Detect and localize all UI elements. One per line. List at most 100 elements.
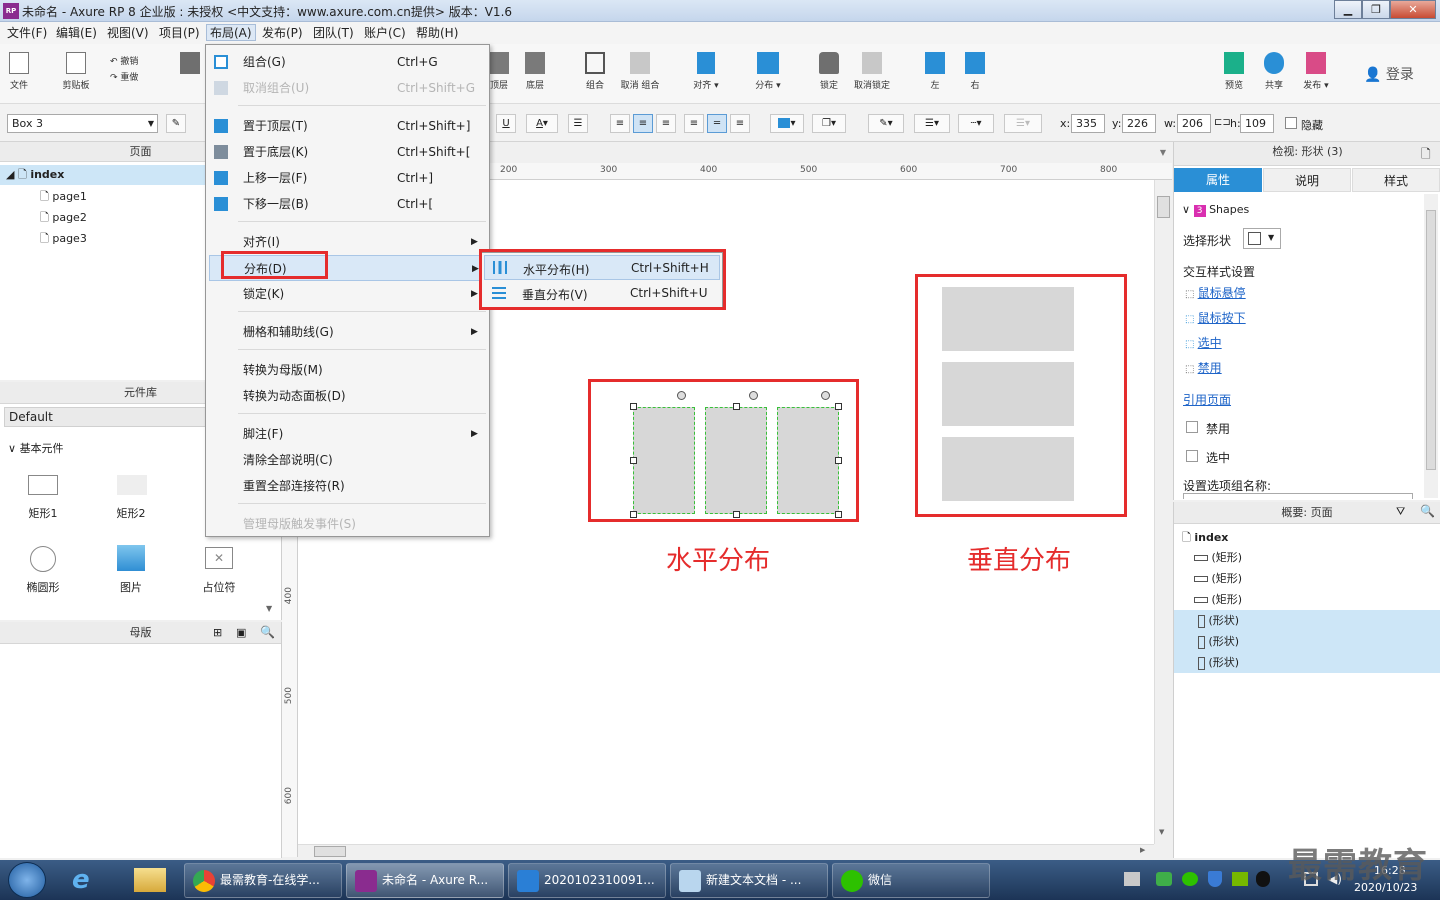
- scroll-thumb[interactable]: [1426, 210, 1436, 470]
- selected-checkbox[interactable]: [1186, 450, 1198, 462]
- send-back-button[interactable]: 底层: [522, 48, 548, 91]
- distributed-shape[interactable]: [942, 437, 1074, 501]
- underline-button[interactable]: U: [496, 114, 516, 133]
- file-tool[interactable]: 文件: [6, 48, 32, 91]
- line-style-button[interactable]: ┄▾: [958, 114, 994, 133]
- menu-item-send-backward[interactable]: 下移一层(B) Ctrl+[: [206, 191, 489, 217]
- redo-button[interactable]: ↷ 重做: [110, 70, 150, 83]
- taskbar-video-file[interactable]: 2020102310091...: [508, 863, 666, 898]
- vertical-scrollbar[interactable]: ▼: [1154, 180, 1172, 844]
- menu-item-grid-guides[interactable]: 栅格和辅助线(G) ▶: [206, 319, 489, 345]
- menu-view[interactable]: 视图(V): [104, 25, 152, 42]
- page-item[interactable]: 🗋 page3: [40, 230, 87, 248]
- tab-dropdown-icon[interactable]: ▼: [1154, 148, 1172, 162]
- resize-handle[interactable]: [733, 511, 740, 518]
- resize-handle[interactable]: [630, 403, 637, 410]
- tab-properties[interactable]: 属性: [1174, 168, 1262, 192]
- menu-item-convert-dynamic-panel[interactable]: 转换为动态面板(D): [206, 383, 489, 409]
- ungroup-button[interactable]: 取消 组合: [618, 48, 662, 91]
- line-color-button[interactable]: ✎▾: [868, 114, 904, 133]
- shadow-button[interactable]: ❐▾: [812, 114, 846, 133]
- start-button-icon[interactable]: [8, 862, 46, 898]
- filter-icon[interactable]: ⛛: [1396, 505, 1405, 519]
- menu-item-group[interactable]: 组合(G) Ctrl+G: [206, 49, 489, 75]
- menu-item-ungroup[interactable]: 取消组合(U) Ctrl+Shift+G: [206, 75, 489, 101]
- menu-file[interactable]: 文件(F): [4, 25, 50, 42]
- align-button[interactable]: 对齐 ▾: [688, 48, 724, 91]
- menu-item-reset-connectors[interactable]: 重置全部连接符(R): [206, 473, 489, 499]
- menu-layout[interactable]: 布局(A): [206, 24, 256, 41]
- file-explorer-icon[interactable]: [134, 868, 166, 892]
- menu-team[interactable]: 团队(T): [310, 25, 357, 42]
- menu-publish[interactable]: 发布(P): [259, 25, 306, 42]
- inspector-scrollbar[interactable]: [1424, 194, 1438, 498]
- menu-item-bring-forward[interactable]: 上移一层(F) Ctrl+]: [206, 165, 489, 191]
- distributed-shape[interactable]: [942, 287, 1074, 351]
- close-button[interactable]: ✕: [1390, 0, 1436, 19]
- scroll-thumb[interactable]: [1157, 196, 1170, 218]
- mouse-hover-link[interactable]: ⬚ 鼠标悬停: [1185, 284, 1246, 301]
- scroll-thumb[interactable]: [314, 846, 346, 857]
- placeholder-widget-icon[interactable]: ✕: [205, 547, 233, 569]
- outline-item-selected[interactable]: (形状): [1174, 631, 1440, 652]
- selected-link[interactable]: ⬚ 选中: [1185, 334, 1222, 351]
- valign-middle-icon[interactable]: ═: [707, 114, 727, 133]
- preview-button[interactable]: 预览: [1220, 48, 1248, 91]
- resize-handle[interactable]: [630, 511, 637, 518]
- keyboard-icon[interactable]: [1124, 872, 1140, 886]
- taskbar-axure[interactable]: 未命名 - Axure R...: [346, 863, 504, 898]
- distributed-shape[interactable]: [777, 407, 839, 514]
- hide-checkbox[interactable]: [1285, 117, 1297, 129]
- add-master-icon[interactable]: ⊞: [213, 626, 222, 639]
- add-folder-icon[interactable]: ▣: [236, 626, 246, 639]
- taskbar-chrome[interactable]: 最需教育-在线学...: [184, 863, 342, 898]
- outline-root[interactable]: 🗋 index: [1182, 529, 1228, 548]
- bullet-list-icon[interactable]: ☰: [568, 114, 588, 133]
- rectangle1-widget[interactable]: [28, 475, 58, 495]
- valign-bottom-icon[interactable]: ≡: [730, 114, 750, 133]
- notes-icon[interactable]: 🗋: [1421, 145, 1431, 166]
- login-button[interactable]: 👤 登录: [1364, 64, 1414, 84]
- fill-color-button[interactable]: ▾: [770, 114, 804, 133]
- shapes-group[interactable]: ∨ 3 Shapes: [1182, 203, 1249, 217]
- resize-handle[interactable]: [835, 457, 842, 464]
- security-shield-icon[interactable]: [1208, 871, 1222, 887]
- taskbar-notepad[interactable]: 新建文本文档 - ...: [670, 863, 828, 898]
- internet-explorer-icon[interactable]: e: [72, 866, 104, 894]
- image-widget-icon[interactable]: [117, 545, 145, 571]
- page-item[interactable]: 🗋 page1: [40, 188, 87, 206]
- scroll-down-icon[interactable]: ▼: [1159, 828, 1164, 836]
- page-tree-root[interactable]: ◢ 🗋 index: [0, 165, 205, 185]
- menu-item-bring-to-front[interactable]: 置于顶层(T) Ctrl+Shift+]: [206, 113, 489, 139]
- menu-item-send-to-back[interactable]: 置于底层(K) Ctrl+Shift+[: [206, 139, 489, 165]
- h-field[interactable]: 109: [1240, 114, 1274, 133]
- x-field[interactable]: 335: [1071, 114, 1105, 133]
- distributed-shape[interactable]: [705, 407, 767, 514]
- lock-button[interactable]: 锁定: [814, 48, 844, 91]
- outline-item[interactable]: (矩形): [1194, 570, 1242, 588]
- right-pane-button[interactable]: 右: [962, 48, 988, 91]
- arrow-style-button[interactable]: ☰▾: [1004, 114, 1042, 133]
- menu-edit[interactable]: 编辑(E): [53, 25, 100, 42]
- search-icon[interactable]: 🔍: [260, 625, 275, 639]
- resize-handle[interactable]: [835, 511, 842, 518]
- clipboard-tool[interactable]: 剪贴板: [56, 48, 96, 91]
- disabled-checkbox[interactable]: [1186, 421, 1198, 433]
- minimize-button[interactable]: ▁: [1334, 0, 1362, 19]
- distributed-shape[interactable]: [633, 407, 695, 514]
- scroll-down-icon[interactable]: ▼: [266, 604, 272, 613]
- rotate-handle[interactable]: [749, 391, 758, 400]
- library-section[interactable]: ∨ 基本元件: [8, 440, 64, 456]
- shape-picker[interactable]: ▼: [1243, 228, 1281, 249]
- outline-item-selected[interactable]: (形状): [1174, 652, 1440, 673]
- ellipse-widget[interactable]: [30, 546, 56, 572]
- outline-item[interactable]: (矩形): [1194, 549, 1242, 567]
- option-group-input[interactable]: [1183, 493, 1413, 499]
- y-field[interactable]: 226: [1122, 114, 1156, 133]
- distribute-button[interactable]: 分布 ▾: [750, 48, 786, 91]
- menu-help[interactable]: 帮助(H): [413, 25, 461, 42]
- rotate-handle[interactable]: [821, 391, 830, 400]
- resize-handle[interactable]: [835, 403, 842, 410]
- maximize-button[interactable]: ❐: [1362, 0, 1390, 19]
- rectangle2-widget[interactable]: [117, 475, 147, 495]
